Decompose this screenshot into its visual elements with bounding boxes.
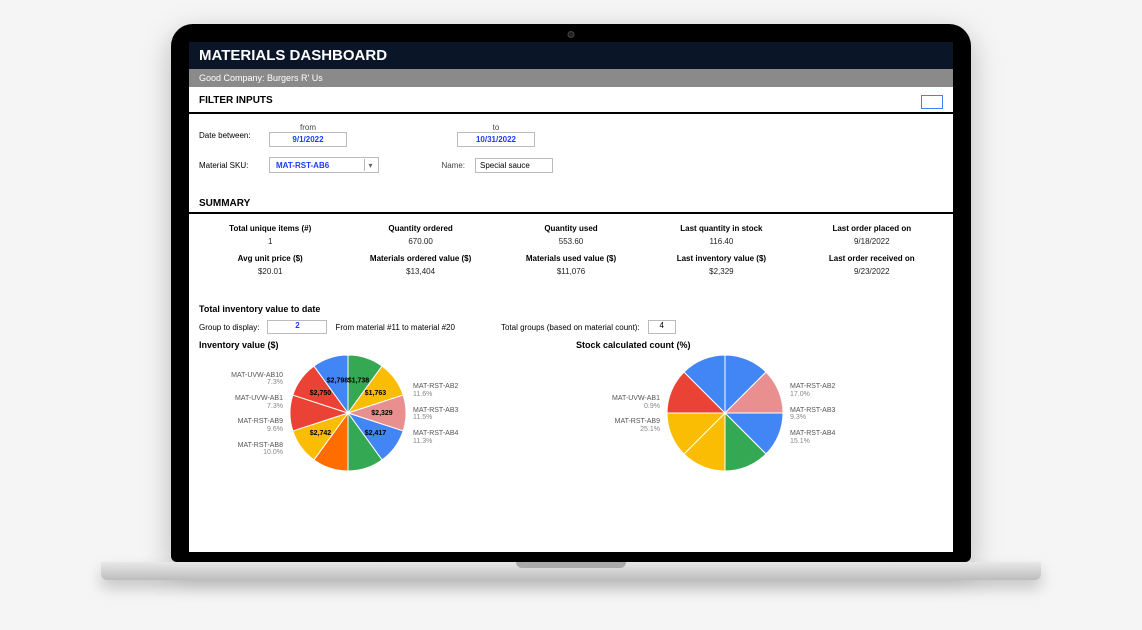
summary-metric: Materials used value ($)$11,076 [500, 254, 642, 276]
pie-legend-item: MAT-RST-AB211.6% [413, 383, 497, 398]
inventory-subtitle: Total inventory value to date [189, 298, 953, 318]
summary-metric: Avg unit price ($)$20.01 [199, 254, 341, 276]
summary-section-title: SUMMARY [189, 190, 953, 214]
svg-text:$2,750: $2,750 [310, 390, 332, 397]
name-value: Special sauce [475, 158, 553, 173]
chart: Stock calculated count (%) MAT-UVW-AB10.… [576, 340, 943, 474]
summary-metric: Total unique items (#)1 [199, 224, 341, 246]
pie-legend-item: MAT-UVW-AB107.3% [199, 372, 283, 387]
pie-legend-item: MAT-RST-AB810.0% [199, 442, 283, 457]
pie-legend-item: MAT-UVW-AB10.9% [576, 395, 660, 410]
pie-chart: $1,738 $1,763 $2,329 $2,417 $2,742 $2,750 $2,7… [288, 353, 408, 473]
company-line: Good Company: Burgers R' Us [189, 69, 953, 87]
chart-title: Inventory value ($) [199, 340, 566, 350]
svg-text:$2,417: $2,417 [365, 430, 387, 437]
screen: MATERIALS DASHBOARD Good Company: Burger… [189, 42, 953, 552]
date-between-label: Date between: [199, 131, 259, 140]
date-from-input[interactable]: 9/1/2022 [269, 132, 347, 147]
summary-metric: Materials ordered value ($)$13,404 [349, 254, 491, 276]
camera-icon [568, 31, 575, 38]
svg-text:$2,329: $2,329 [371, 410, 393, 417]
total-groups-label: Total groups (based on material count): [501, 323, 640, 332]
svg-text:$1,738: $1,738 [348, 378, 370, 385]
total-groups-value: 4 [648, 320, 676, 334]
pie-legend-item: MAT-RST-AB925.1% [576, 418, 660, 433]
svg-text:$2,742: $2,742 [310, 430, 332, 437]
pie-legend-item: MAT-RST-AB39.3% [790, 407, 874, 422]
pie-legend-item: MAT-RST-AB217.0% [790, 383, 874, 398]
svg-text:$2,798: $2,798 [327, 378, 349, 385]
chart: Inventory value ($) MAT-UVW-AB107.3% MAT-… [199, 340, 566, 474]
chevron-down-icon: ▾ [364, 159, 376, 171]
pie-chart [665, 353, 785, 473]
page-title: MATERIALS DASHBOARD [189, 42, 953, 69]
pie-legend-item: MAT-RST-AB415.1% [790, 430, 874, 445]
filter-section-title: FILTER INPUTS [189, 87, 953, 114]
corner-box[interactable] [921, 95, 943, 109]
chart-title: Stock calculated count (%) [576, 340, 943, 350]
group-display-label: Group to display: [199, 323, 259, 332]
pie-legend-item: MAT-RST-AB311.5% [413, 407, 497, 422]
summary-grid: Total unique items (#)1 Quantity ordered6… [189, 220, 953, 286]
summary-metric: Last inventory value ($)$2,329 [650, 254, 792, 276]
from-label: from [269, 123, 347, 132]
summary-metric: Quantity used553.60 [500, 224, 642, 246]
summary-metric: Last quantity in stock116.40 [650, 224, 792, 246]
pie-legend-item: MAT-RST-AB99.6% [199, 418, 283, 433]
summary-metric: Last order received on9/23/2022 [801, 254, 943, 276]
summary-metric: Last order placed on9/18/2022 [801, 224, 943, 246]
svg-text:$1,763: $1,763 [365, 390, 387, 397]
date-to-input[interactable]: 10/31/2022 [457, 132, 535, 147]
sku-dropdown[interactable]: MAT-RST-AB6 ▾ [269, 157, 379, 173]
group-display-input[interactable]: 2 [267, 320, 327, 334]
name-label: Name: [435, 161, 465, 170]
charts-row: Inventory value ($) MAT-UVW-AB107.3% MAT-… [189, 340, 953, 484]
to-label: to [457, 123, 535, 132]
summary-metric: Quantity ordered670.00 [349, 224, 491, 246]
sku-label: Material SKU: [199, 161, 259, 170]
group-range-text: From material #11 to material #20 [335, 323, 454, 332]
pie-legend-item: MAT-RST-AB411.3% [413, 430, 497, 445]
pie-legend-item: MAT-UVW-AB17.3% [199, 395, 283, 410]
